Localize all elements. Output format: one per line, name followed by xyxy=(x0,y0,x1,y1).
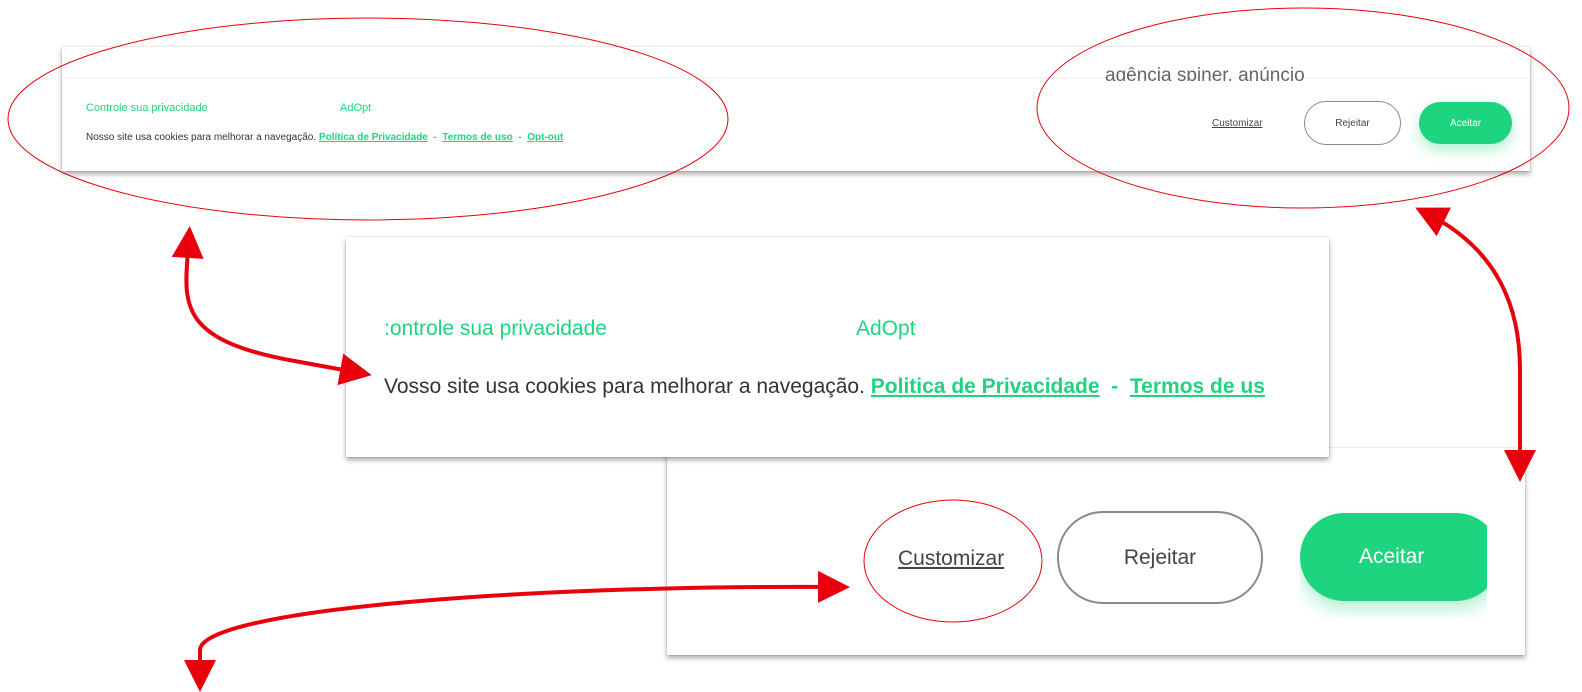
arrow-customize-down xyxy=(184,570,850,692)
annotation-overlay xyxy=(7,7,1570,692)
highlight-ellipse-buttons xyxy=(1036,7,1570,209)
highlight-ellipse-customize xyxy=(863,499,1043,623)
arrow-buttons-to-zoom xyxy=(1415,207,1536,482)
highlight-ellipse-text xyxy=(7,17,729,221)
arrow-text-to-zoom xyxy=(171,226,372,386)
